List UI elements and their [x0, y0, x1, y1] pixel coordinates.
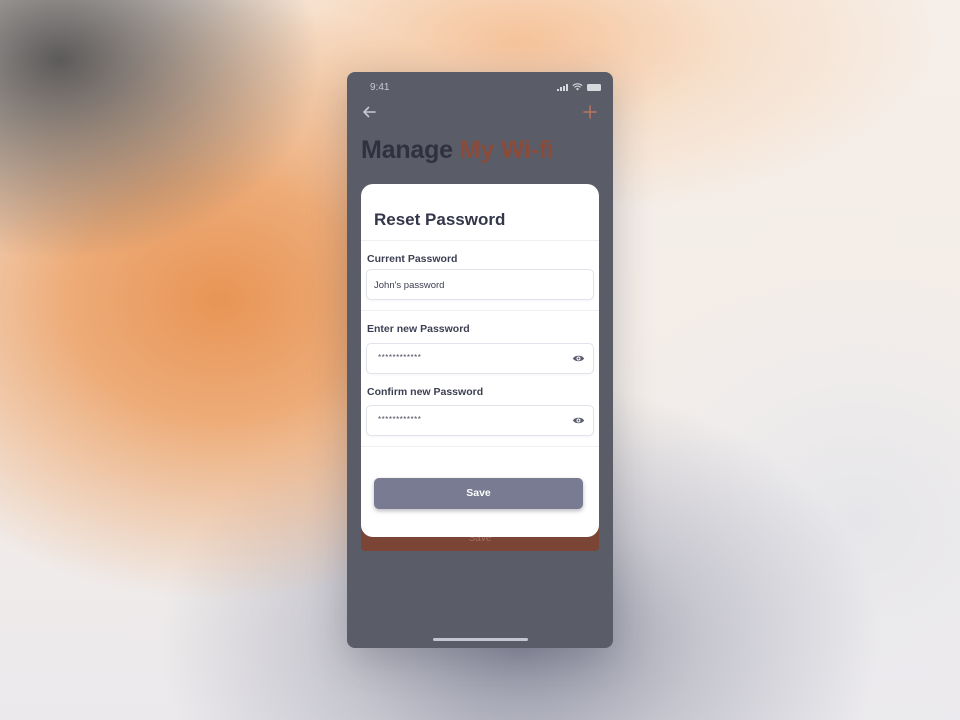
- wifi-icon: [572, 83, 583, 91]
- back-arrow-icon[interactable]: [361, 104, 377, 120]
- confirm-password-value: ************: [378, 415, 422, 424]
- eye-icon[interactable]: [572, 354, 585, 363]
- page-title-part2: My Wi-fi: [459, 136, 554, 164]
- signal-icon: [557, 83, 568, 91]
- add-icon[interactable]: [583, 105, 597, 119]
- new-password-value: ************: [378, 353, 422, 362]
- modal-title: Reset Password: [374, 210, 506, 229]
- current-password-label: Current Password: [367, 253, 458, 265]
- save-button[interactable]: Save: [374, 478, 583, 509]
- divider: [361, 240, 599, 241]
- current-password-value: John's password: [374, 280, 445, 291]
- page-title: Manage My Wi-fi: [361, 136, 554, 165]
- page-title-part1: Manage: [361, 136, 453, 164]
- divider: [361, 446, 599, 447]
- battery-icon: [587, 83, 601, 91]
- status-icons: [557, 83, 601, 91]
- new-password-field[interactable]: ************: [366, 343, 594, 374]
- divider: [361, 310, 599, 311]
- confirm-password-field[interactable]: ************: [366, 405, 594, 436]
- reset-password-modal: Reset Password Current Password John's p…: [361, 184, 599, 537]
- eye-icon[interactable]: [572, 416, 585, 425]
- confirm-password-label: Confirm new Password: [367, 386, 484, 398]
- status-time: 9:41: [370, 82, 390, 93]
- status-bar: 9:41: [347, 72, 613, 102]
- new-password-label: Enter new Password: [367, 323, 470, 335]
- home-indicator: [433, 638, 528, 641]
- current-password-field[interactable]: John's password: [366, 269, 594, 300]
